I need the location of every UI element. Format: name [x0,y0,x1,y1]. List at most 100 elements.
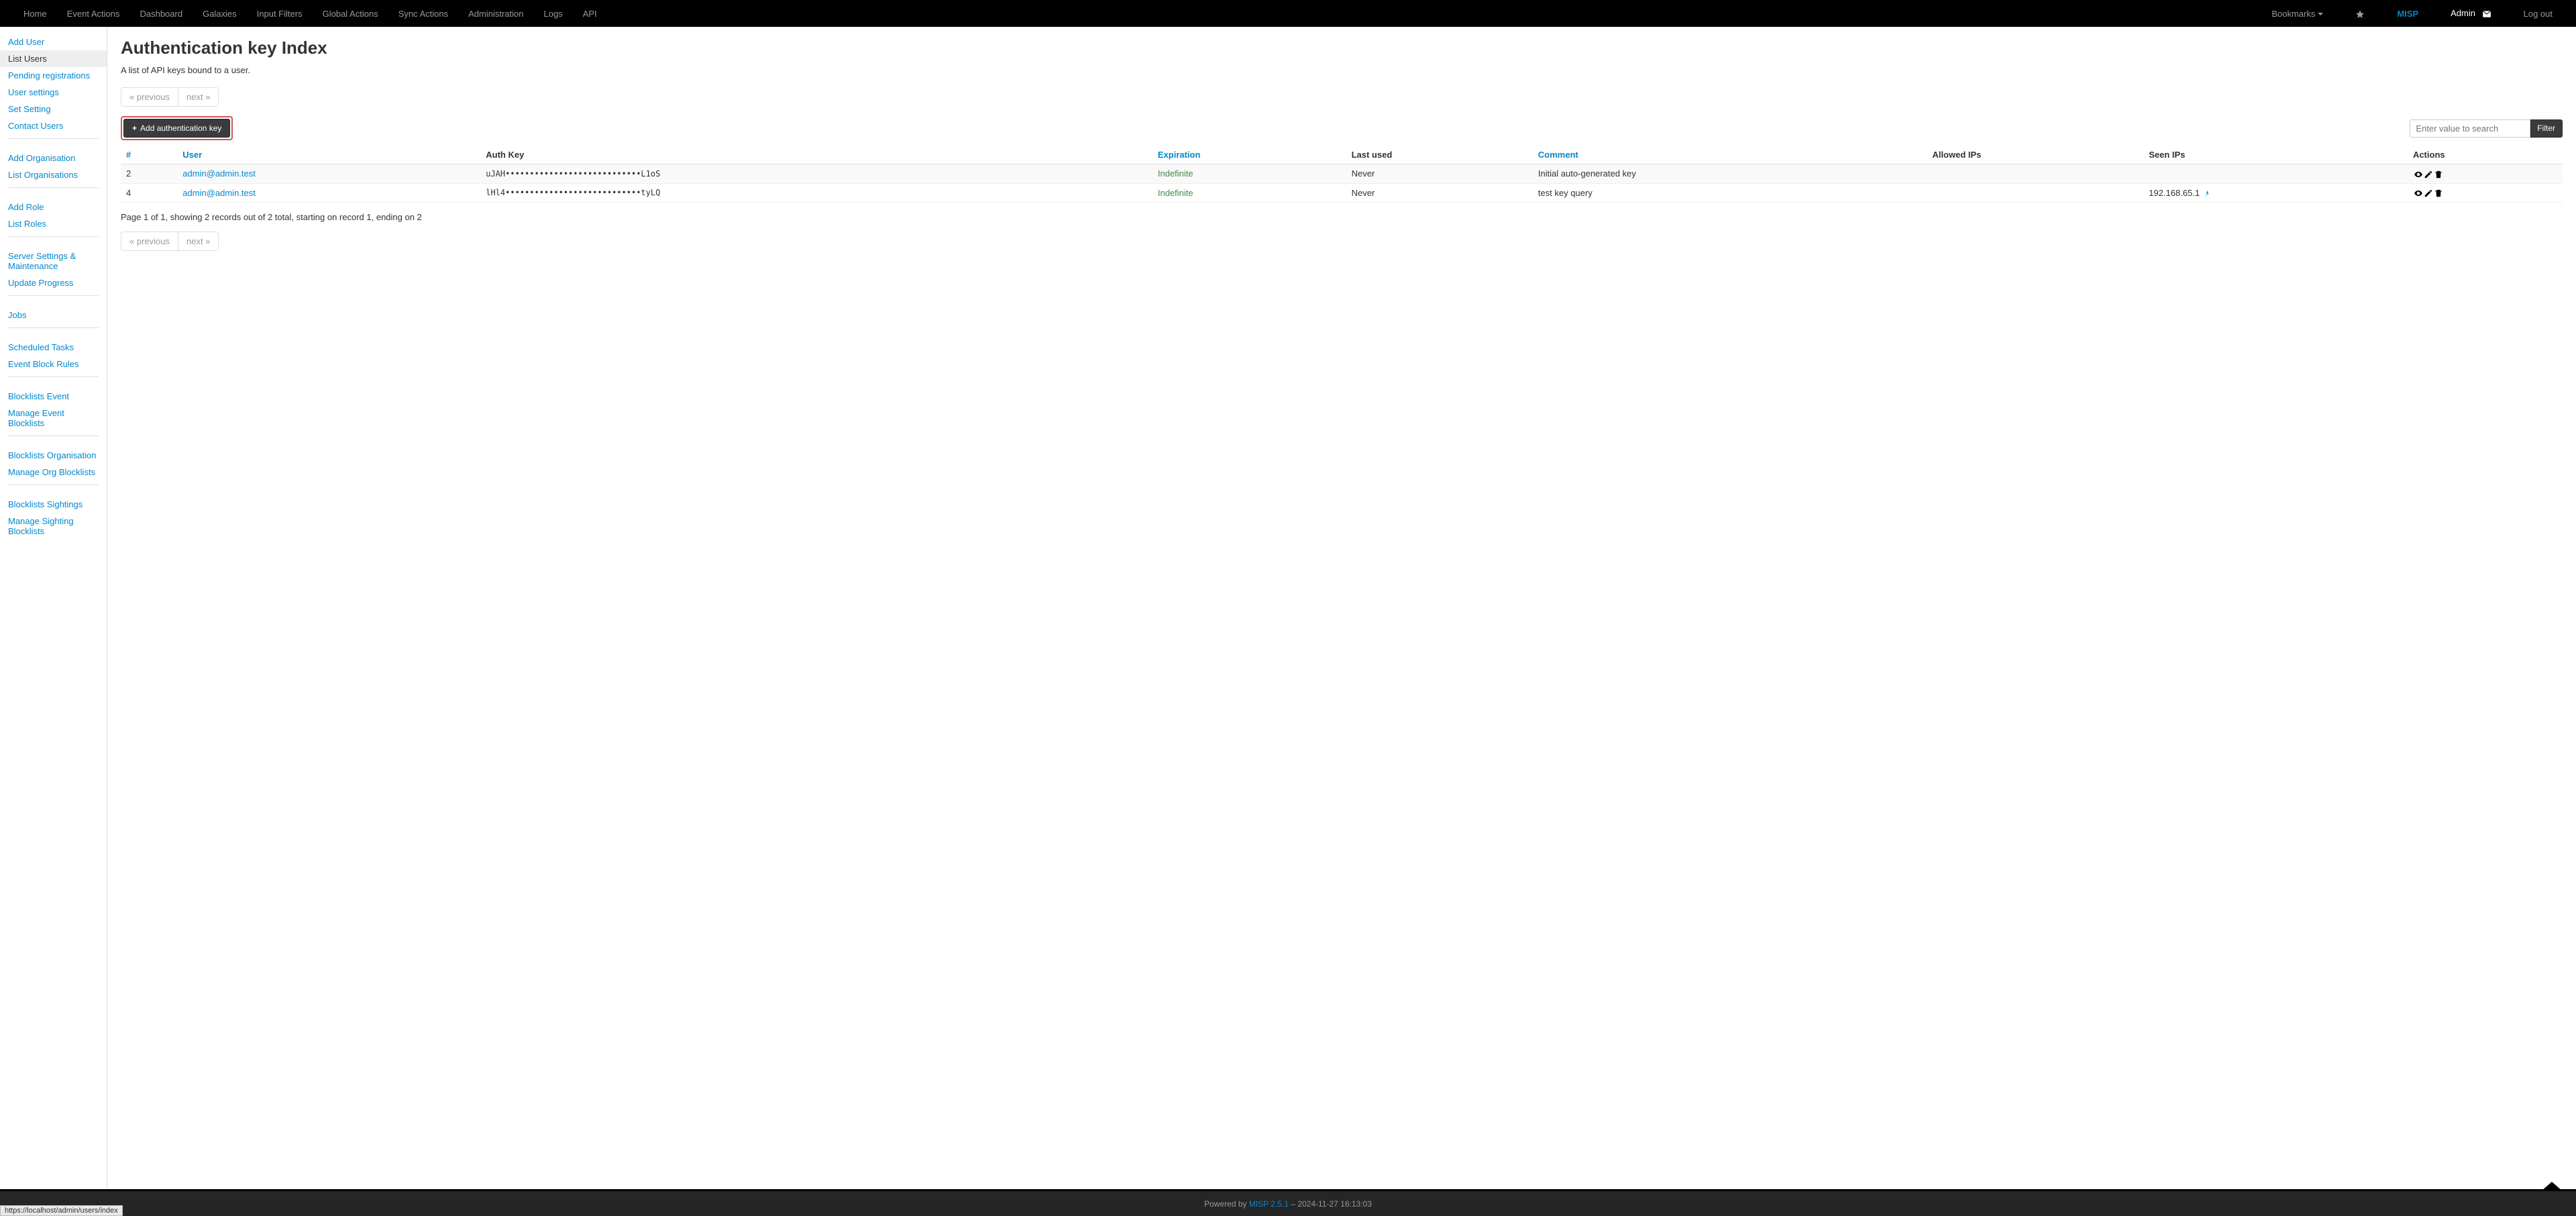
pin-icon [2204,189,2211,198]
footer-powered: Powered by [1204,1199,1249,1209]
view-icon[interactable] [2414,188,2423,199]
col-expiration[interactable]: Expiration [1158,150,1201,160]
col-auth-key: Auth Key [486,150,524,160]
nav-item-sync-actions[interactable]: Sync Actions [388,2,458,26]
nav-logout[interactable]: Log out [2514,2,2563,26]
prev-page-button[interactable]: « previous [121,87,178,107]
star-icon[interactable] [2345,1,2375,26]
add-authentication-key-button[interactable]: Add authentication key [123,119,230,138]
envelope-icon [2482,8,2491,19]
status-bar-url: https://localhost/admin/users/index [0,1205,123,1216]
sidebar-item-scheduled-tasks[interactable]: Scheduled Tasks [0,339,107,356]
sidebar-divider [8,436,99,443]
cell-seen-ips: 192.168.65.1 [2143,183,2408,203]
plus-icon [132,123,137,133]
delete-icon[interactable] [2434,188,2443,199]
col-comment[interactable]: Comment [1538,150,1578,160]
sidebar-item-server-settings-maintenance[interactable]: Server Settings & Maintenance [0,248,107,274]
sidebar-item-blocklists-event[interactable]: Blocklists Event [0,388,107,405]
sidebar-divider [8,187,99,195]
sidebar-item-blocklists-sightings[interactable]: Blocklists Sightings [0,496,107,513]
pagination-top: « previous next » [121,87,219,107]
nav-item-global-actions[interactable]: Global Actions [313,2,388,26]
page-description: A list of API keys bound to a user. [121,65,2563,75]
sidebar-divider [8,295,99,303]
footer-misp-link[interactable]: MISP 2.5.1 [1249,1199,1289,1209]
nav-item-logs[interactable]: Logs [534,2,573,26]
nav-item-home[interactable]: Home [13,2,57,26]
sidebar-item-user-settings[interactable]: User settings [0,84,107,101]
sidebar-item-manage-event-blocklists[interactable]: Manage Event Blocklists [0,405,107,432]
sidebar-divider [8,376,99,384]
top-nav: HomeEvent ActionsDashboardGalaxiesInput … [0,0,2576,27]
sidebar: Add UserList UsersPending registrationsU… [0,27,107,1189]
delete-icon[interactable] [2434,168,2443,179]
col-user[interactable]: User [182,150,202,160]
sidebar-item-add-role[interactable]: Add Role [0,199,107,215]
add-auth-key-highlight: Add authentication key [121,116,233,140]
scroll-top-icon[interactable] [2541,1182,2563,1191]
nav-item-dashboard[interactable]: Dashboard [129,2,193,26]
nav-bookmarks[interactable]: Bookmarks [2261,2,2333,26]
cell-last-used: Never [1346,164,1533,184]
cell-allowed-ips [1927,164,2143,184]
next-page-button[interactable]: next » [178,87,219,107]
sidebar-item-event-block-rules[interactable]: Event Block Rules [0,356,107,372]
nav-admin[interactable]: Admin [2440,1,2501,26]
nav-item-event-actions[interactable]: Event Actions [57,2,130,26]
sidebar-divider [8,138,99,146]
cell-seen-ips [2143,164,2408,184]
sidebar-item-list-organisations[interactable]: List Organisations [0,166,107,183]
cell-user-link[interactable]: admin@admin.test [182,168,256,179]
sidebar-item-add-user[interactable]: Add User [0,34,107,50]
cell-id: 4 [121,183,177,203]
main-content: Authentication key Index A list of API k… [107,27,2576,1189]
footer: Powered by MISP 2.5.1 – 2024-11-27 16:13… [0,1189,2576,1216]
sidebar-item-manage-org-blocklists[interactable]: Manage Org Blocklists [0,464,107,480]
table-row: 2admin@admin.testuJAH•••••••••••••••••••… [121,164,2563,184]
cell-user-link[interactable]: admin@admin.test [182,188,256,198]
cell-comment: Initial auto-generated key [1533,164,1927,184]
nav-item-administration[interactable]: Administration [458,2,533,26]
cell-last-used: Never [1346,183,1533,203]
cell-comment: test key query [1533,183,1927,203]
sidebar-item-pending-registrations[interactable]: Pending registrations [0,67,107,84]
cell-auth-key: lHl4••••••••••••••••••••••••••••tyLQ [480,183,1152,203]
view-icon[interactable] [2414,168,2423,179]
record-info: Page 1 of 1, showing 2 records out of 2 … [121,212,2563,222]
edit-icon[interactable] [2424,188,2433,199]
sidebar-item-add-organisation[interactable]: Add Organisation [0,150,107,166]
sidebar-item-set-setting[interactable]: Set Setting [0,101,107,117]
sidebar-item-list-roles[interactable]: List Roles [0,215,107,232]
col-id[interactable]: # [126,150,131,160]
cell-id: 2 [121,164,177,184]
table-row: 4 admin@admin.test lHl4•••••••••••••••••••… [121,183,2563,203]
search-input[interactable] [2410,119,2530,138]
auth-key-table: # User Auth Key Expiration Last used Com… [121,146,2563,203]
sidebar-item-contact-users[interactable]: Contact Users [0,117,107,134]
filter-button[interactable]: Filter [2530,119,2563,138]
sidebar-divider [8,236,99,244]
edit-icon[interactable] [2424,168,2433,179]
sidebar-item-list-users[interactable]: List Users [0,50,107,67]
cell-expiration: Indefinite [1158,188,1193,198]
sidebar-item-jobs[interactable]: Jobs [0,307,107,323]
nav-item-input-filters[interactable]: Input Filters [247,2,313,26]
nav-item-galaxies[interactable]: Galaxies [193,2,247,26]
pagination-bottom: « previous next » [121,232,219,251]
sidebar-item-update-progress[interactable]: Update Progress [0,274,107,291]
col-actions: Actions [2413,150,2445,160]
sidebar-divider [8,327,99,335]
brand-link[interactable]: MISP [2387,2,2428,26]
cell-allowed-ips [1927,183,2143,203]
sidebar-item-manage-sighting-blocklists[interactable]: Manage Sighting Blocklists [0,513,107,540]
nav-item-api[interactable]: API [573,2,607,26]
prev-page-button-bottom[interactable]: « previous [121,232,178,251]
col-allowed-ips: Allowed IPs [1932,150,1981,160]
sidebar-item-blocklists-organisation[interactable]: Blocklists Organisation [0,447,107,464]
cell-expiration: Indefinite [1158,168,1193,179]
col-last-used: Last used [1352,150,1393,160]
footer-timestamp: – 2024-11-27 16:13:03 [1291,1199,1372,1209]
page-title: Authentication key Index [121,38,2563,58]
next-page-button-bottom[interactable]: next » [178,232,219,251]
